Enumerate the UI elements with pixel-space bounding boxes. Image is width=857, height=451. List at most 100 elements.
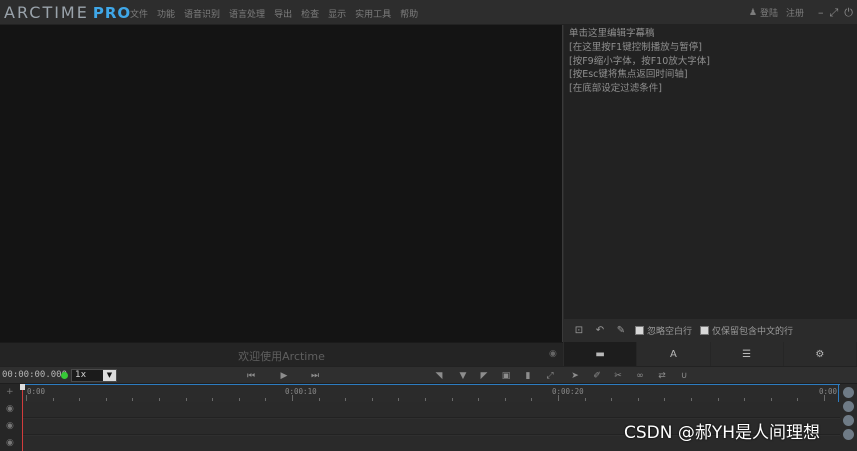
ruler-tick [637, 398, 639, 401]
edit-icon[interactable]: ✐ [591, 370, 603, 382]
ruler-tick [26, 395, 27, 401]
ruler-tick [105, 398, 107, 401]
ruler-tick [611, 398, 613, 401]
ruler-tick [212, 398, 214, 401]
user-icon: ♟ [748, 7, 757, 18]
power-icon[interactable]: ⏻ [844, 7, 853, 18]
ignore-empty-checkbox[interactable] [635, 325, 644, 335]
bookmark-icon[interactable]: ▮ [522, 370, 534, 382]
ruler-label: 0:00 [819, 387, 838, 396]
video-footer: 欢迎使用Arctime ◉ [0, 342, 563, 366]
track-eye-icon[interactable]: ◉ [6, 404, 14, 414]
zoom-controls [840, 384, 857, 451]
menu-help[interactable]: 帮助 [400, 7, 418, 20]
ruler-tick [132, 398, 134, 401]
ruler-tick [584, 398, 586, 401]
editor-text[interactable]: 单击这里编辑字幕稿 [在这里按F1键控制播放与暂停] [按F9缩小字体，按F10… [569, 27, 710, 96]
subtitle-track[interactable] [22, 402, 840, 418]
watermark: CSDN @郝YH是人间理想 [624, 423, 821, 443]
zoom-knob[interactable] [843, 415, 854, 426]
minimize-icon[interactable]: – [818, 7, 824, 18]
add-track-icon[interactable]: + [6, 387, 14, 397]
mark-in-icon[interactable]: ◥ [433, 370, 445, 382]
video-preview[interactable] [0, 25, 563, 342]
speed-select[interactable]: 1x ▼ [71, 369, 117, 382]
ignore-empty-label: 忽略空白行 [647, 326, 693, 337]
scissors-icon[interactable]: ✂ [612, 370, 624, 382]
playhead-handle[interactable] [20, 384, 25, 390]
menu-function[interactable]: 功能 [157, 7, 175, 20]
editor-line: [在这里按F1键控制播放与暂停] [569, 41, 702, 53]
play-icon[interactable]: ▶ [278, 370, 290, 382]
chinese-only-checkbox[interactable] [700, 325, 710, 335]
ruler-tick [478, 398, 480, 401]
speed-value: 1x [75, 370, 87, 380]
ruler-tick [770, 398, 772, 401]
pencil-icon[interactable]: ✎ [614, 323, 628, 337]
zoom-knob[interactable] [843, 401, 854, 412]
swap-icon[interactable]: ⇄ [656, 370, 668, 382]
tab-settings[interactable]: ⚙ [784, 342, 857, 366]
undo-icon[interactable]: ↶ [593, 323, 607, 337]
title-bar: ARCTIME PRO 文件 功能 语音识别 语言处理 导出 检查 显示 实用工… [0, 0, 857, 25]
editor-line: [按F9缩小字体，按F10放大字体] [569, 55, 710, 67]
track-eye-icon[interactable]: ◉ [6, 421, 14, 431]
logo-pro-text: PRO [92, 4, 132, 22]
ruler-tick [717, 398, 719, 401]
track-header: + ◉ ◉ ◉ [0, 384, 22, 451]
ruler-tick [451, 398, 453, 401]
status-dot [61, 372, 68, 379]
mark-out-icon[interactable]: ◤ [478, 370, 490, 382]
menu-display[interactable]: 显示 [328, 7, 346, 20]
tab-list[interactable]: ☰ [711, 342, 784, 366]
menu-speech-recognition[interactable]: 语音识别 [184, 7, 220, 20]
gear-icon: ⚙ [815, 348, 825, 360]
playhead[interactable] [22, 384, 23, 451]
ruler-tick [504, 398, 506, 401]
ruler-tick [425, 398, 426, 401]
ruler-tick [531, 398, 533, 401]
menu-check[interactable]: 检查 [301, 7, 319, 20]
chevron-down-icon[interactable]: ▼ [103, 370, 116, 381]
ruler-tick [797, 398, 799, 401]
ruler-tick [345, 398, 347, 401]
subtitle-editor[interactable]: 单击这里编辑字幕稿 [在这里按F1键控制播放与暂停] [按F9缩小字体，按F10… [564, 25, 857, 319]
tab-subtitles[interactable]: ▬ [564, 342, 638, 366]
link-icon[interactable]: ∞ [634, 370, 646, 382]
menu-tools[interactable]: 实用工具 [355, 7, 391, 20]
export-icon[interactable]: ⊡ [572, 323, 586, 337]
zoom-knob[interactable] [843, 387, 854, 398]
register-link[interactable]: 注册 [786, 6, 804, 19]
menu-language-processing[interactable]: 语言处理 [229, 7, 265, 20]
chinese-only-option[interactable]: 仅保留包含中文的行 [700, 324, 793, 337]
previous-icon[interactable]: ⏮ [245, 370, 257, 382]
split-icon[interactable]: ⤢ [544, 370, 556, 382]
tab-font[interactable]: A [637, 342, 711, 366]
ruler-tick [159, 398, 160, 401]
ignore-empty-option[interactable]: 忽略空白行 [635, 324, 692, 337]
menu-bar: 文件 功能 语音识别 语言处理 导出 检查 显示 实用工具 帮助 [130, 7, 427, 20]
login-link[interactable]: 登陆 [760, 6, 778, 19]
panel-tabs: ▬ A ☰ ⚙ [564, 342, 857, 366]
menu-export[interactable]: 导出 [274, 7, 292, 20]
ruler-tick [292, 395, 293, 401]
menu-file[interactable]: 文件 [130, 7, 148, 20]
ruler-tick [318, 398, 320, 401]
arrow-down-icon[interactable]: ▼ [457, 370, 469, 382]
ruler-tick [185, 398, 187, 401]
camera-icon[interactable]: ▣ [500, 370, 512, 382]
ruler-tick [265, 398, 267, 401]
magnet-icon[interactable]: ∪ [678, 370, 690, 382]
cursor-icon[interactable]: ➤ [569, 370, 581, 382]
next-icon[interactable]: ⏭ [309, 370, 321, 382]
maximize-icon[interactable]: ⤢ [829, 7, 838, 18]
chinese-only-label: 仅保留包含中文的行 [712, 326, 794, 337]
timeline-ruler[interactable]: 0:00 0:00:10 0:00:20 0:00 [22, 384, 840, 402]
zoom-knob[interactable] [843, 429, 854, 440]
transport-toolbar: 00:00:00.000 1x ▼ ⏮ ▶ ⏭ ◥ ▼ ◤ ▣ ▮ ⤢ ➤ ✐ … [0, 366, 857, 384]
window-controls: ♟ 登陆 注册 – ⤢ ⏻ [749, 6, 853, 19]
ruler-label: 0:00 [27, 387, 46, 396]
welcome-text: 欢迎使用Arctime [238, 350, 325, 363]
eye-icon[interactable]: ◉ [549, 349, 559, 359]
track-eye-icon[interactable]: ◉ [6, 438, 14, 448]
